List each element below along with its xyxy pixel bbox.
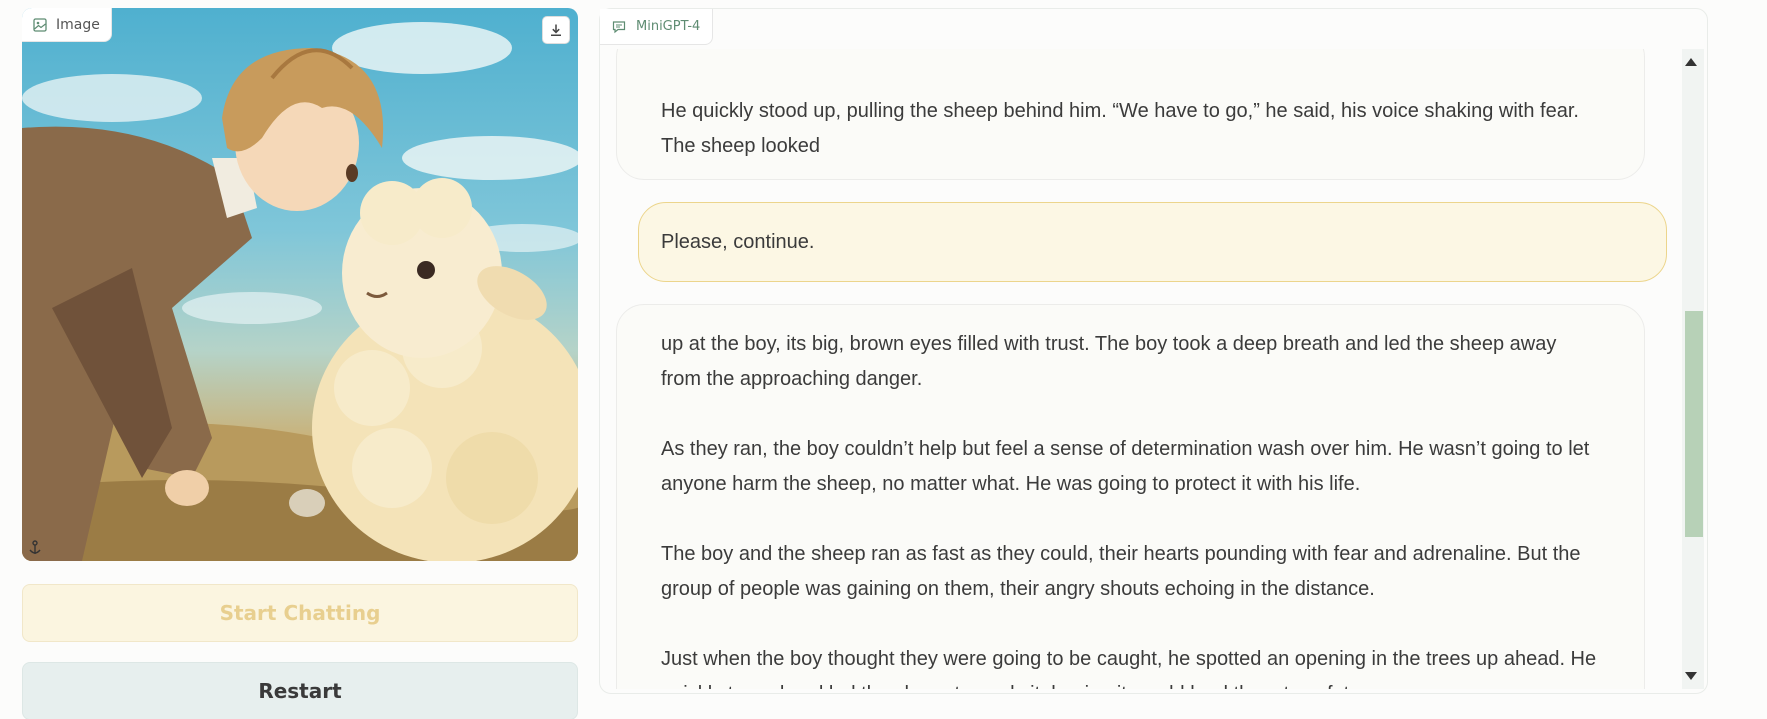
chat-messages[interactable]: He quickly stood up, pulling the sheep b…: [610, 49, 1675, 689]
message-paragraph: Just when the boy thought they were goin…: [661, 648, 1597, 689]
download-button[interactable]: [542, 16, 570, 44]
scroll-down-arrow[interactable]: [1685, 672, 1697, 680]
app-page: Image Start Chatting Restart MiniGPT-4 H…: [0, 0, 1767, 719]
restart-button[interactable]: Restart: [22, 662, 578, 719]
image-panel: Image: [22, 8, 578, 561]
message-paragraph: He quickly stood up, pulling the sheep b…: [661, 100, 1579, 157]
image-icon: [33, 17, 47, 32]
chat-bubble-icon: [612, 20, 626, 33]
start-chatting-button[interactable]: Start Chatting: [22, 584, 578, 642]
anchor-icon: [29, 540, 41, 554]
scroll-thumb[interactable]: [1685, 311, 1703, 537]
chatbot-panel: MiniGPT-4 He quickly stood up, pulling t…: [599, 8, 1708, 694]
image-label-text: Image: [56, 16, 100, 33]
scroll-up-arrow[interactable]: [1685, 58, 1697, 66]
download-icon: [551, 24, 561, 37]
start-chatting-label: Start Chatting: [219, 601, 381, 625]
message-paragraph: The boy and the sheep ran as fast as the…: [661, 543, 1581, 600]
chat-scrollbar[interactable]: [1682, 49, 1704, 689]
message-paragraph: up at the boy, its big, brown eyes fille…: [661, 333, 1557, 390]
user-message: Please, continue.: [638, 202, 1667, 282]
chatbot-label-text: MiniGPT-4: [636, 19, 701, 34]
bot-message: up at the boy, its big, brown eyes fille…: [616, 304, 1645, 689]
message-paragraph: As they ran, the boy couldn’t help but f…: [661, 438, 1590, 495]
message-text: Please, continue.: [661, 230, 815, 253]
chatbot-label: MiniGPT-4: [600, 9, 714, 45]
image-label: Image: [22, 8, 112, 42]
uploaded-image: [22, 22, 578, 561]
bot-message: He quickly stood up, pulling the sheep b…: [616, 49, 1645, 180]
restart-label: Restart: [258, 679, 342, 703]
